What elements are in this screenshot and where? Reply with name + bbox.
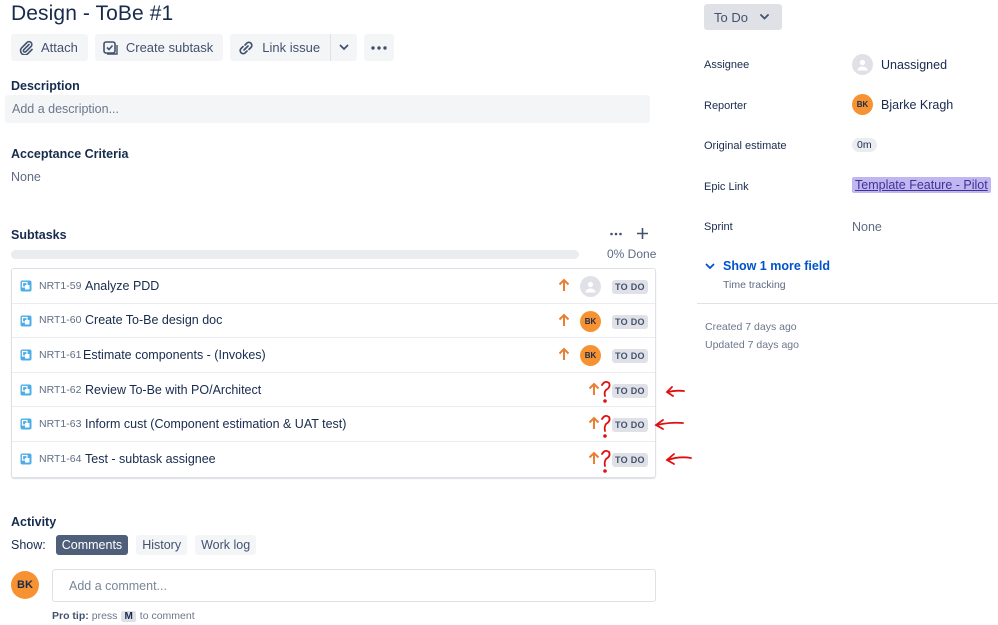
subtask-row[interactable]: NRT1-61 Estimate components - (Invokes) … [12,338,655,373]
divider [697,303,998,304]
subtask-row[interactable]: NRT1-64 Test - subtask assignee TO DO [12,442,655,477]
time-tracking-hint: Time tracking [723,279,786,291]
subtasks-progress-bar [11,250,579,259]
estimate-badge: 0m [852,138,877,152]
subtask-summary[interactable]: Analyze PDD [85,279,159,293]
assignee-field[interactable]: Unassigned [852,54,947,75]
attach-button[interactable]: Attach [11,34,88,61]
acceptance-criteria-label: Acceptance Criteria [11,147,129,161]
avatar: BK [11,571,39,599]
subtask-summary[interactable]: Create To-Be design doc [85,313,222,327]
more-actions-button[interactable] [364,34,395,61]
subtask-type-icon [20,453,32,465]
priority-high-icon [558,347,570,361]
issue-toolbar: Attach Create subtask Link issue [11,34,401,61]
subtask-type-icon [20,280,32,292]
subtasks-actions [610,227,649,240]
subtask-type-icon [20,315,32,327]
subtask-row[interactable]: NRT1-59 Analyze PDD TO DO [12,269,655,304]
link-issue-button[interactable]: Link issue [230,34,331,61]
avatar: BK [852,94,873,115]
more-icon [371,45,387,50]
subtask-key[interactable]: NRT1-63 [39,418,81,430]
chevron-down-icon [760,14,769,20]
pro-tip: Pro tip: press M to comment [52,610,195,622]
status-dropdown-button[interactable]: To Do [704,4,782,30]
updated-timestamp: Updated 7 days ago [705,339,799,351]
tab-history[interactable]: History [136,535,188,555]
subtask-list: NRT1-59 Analyze PDD TO DO NRT1-60 Create… [11,268,656,478]
sprint-label: Sprint [704,221,733,233]
issue-title[interactable]: Design - ToBe #1 [11,2,173,26]
acceptance-criteria-value[interactable]: None [11,170,41,184]
sprint-value[interactable]: None [852,220,882,234]
create-subtask-button[interactable]: Create subtask [94,34,224,61]
subtask-summary[interactable]: Estimate components - (Invokes) [83,348,266,362]
unassigned-avatar-icon[interactable] [580,276,601,297]
created-timestamp: Created 7 days ago [705,321,797,333]
assignee-avatar[interactable]: BK [580,310,601,332]
link-icon [239,41,253,54]
unassigned-avatar-icon [852,54,873,75]
subtask-key[interactable]: NRT1-59 [39,280,81,292]
paperclip-icon [19,40,33,55]
assignee-avatar[interactable]: BK [580,345,601,367]
chevron-down-icon [339,44,349,51]
subtask-row[interactable]: NRT1-63 Inform cust (Component estimatio… [12,407,655,442]
reporter-label: Reporter [704,100,747,112]
link-issue-dropdown-button[interactable] [330,34,358,61]
red-annotation-marks-icon [601,380,692,473]
subtask-key[interactable]: NRT1-62 [39,384,81,396]
original-estimate-label: Original estimate [704,140,787,152]
add-subtask-icon[interactable] [636,227,649,240]
tab-work-log[interactable]: Work log [195,535,257,555]
subtask-row[interactable]: NRT1-62 Review To-Be with PO/Architect T… [12,373,655,408]
subtask-row[interactable]: NRT1-60 Create To-Be design doc BK TO DO [12,304,655,339]
priority-high-icon [558,313,570,326]
subtask-summary[interactable]: Review To-Be with PO/Architect [85,383,261,397]
description-field[interactable]: Add a description... [5,95,650,123]
assignee-value: Unassigned [881,57,948,72]
show-more-label: Show 1 more field [723,259,830,273]
original-estimate-field[interactable]: 0m [852,138,877,152]
subtask-summary[interactable]: Test - subtask assignee [85,452,216,466]
subtask-key[interactable]: NRT1-60 [39,314,81,326]
status-lozenge[interactable]: TO DO [612,349,648,364]
subtask-type-icon [20,418,32,430]
activity-label: Activity [11,515,57,529]
chevron-down-icon [705,263,715,269]
show-label: Show: [11,538,46,552]
status-label: To Do [714,9,748,25]
subtask-summary[interactable]: Inform cust (Component estimation & UAT … [85,417,346,431]
epic-link-field: Template Feature - Pilot [852,177,991,193]
tab-comments[interactable]: Comments [55,535,129,555]
priority-high-icon [558,278,570,291]
pro-tip-rest: to comment [139,610,195,622]
subtask-type-icon [20,384,32,396]
subtask-key[interactable]: NRT1-61 [39,349,81,361]
assignee-label: Assignee [704,59,750,71]
comment-input[interactable]: Add a comment... [52,569,656,602]
create-subtask-label: Create subtask [125,40,214,55]
subtasks-progress-label: 0% Done [607,247,657,261]
more-icon[interactable] [610,232,622,236]
subtasks-label: Subtasks [11,228,67,242]
epic-link[interactable]: Template Feature - Pilot [852,177,991,193]
link-issue-label: Link issue [262,40,321,55]
shortcut-key: M [121,610,136,622]
reporter-field[interactable]: BK Bjarke Kragh [852,94,953,115]
pro-tip-label: Pro tip: [52,610,89,622]
activity-filter: Show: Comments History Work log [11,535,264,555]
description-label: Description [11,79,80,93]
status-lozenge[interactable]: TO DO [612,314,648,329]
pro-tip-press: press [91,610,118,622]
show-more-fields-button[interactable]: Show 1 more field [705,259,830,273]
status-lozenge[interactable]: TO DO [612,280,648,294]
reporter-value: Bjarke Kragh [881,97,954,112]
epic-link-label: Epic Link [704,181,749,193]
attach-label: Attach [41,40,78,55]
subtask-icon [103,40,118,55]
subtask-key[interactable]: NRT1-64 [39,453,81,465]
subtask-type-icon [20,349,32,361]
